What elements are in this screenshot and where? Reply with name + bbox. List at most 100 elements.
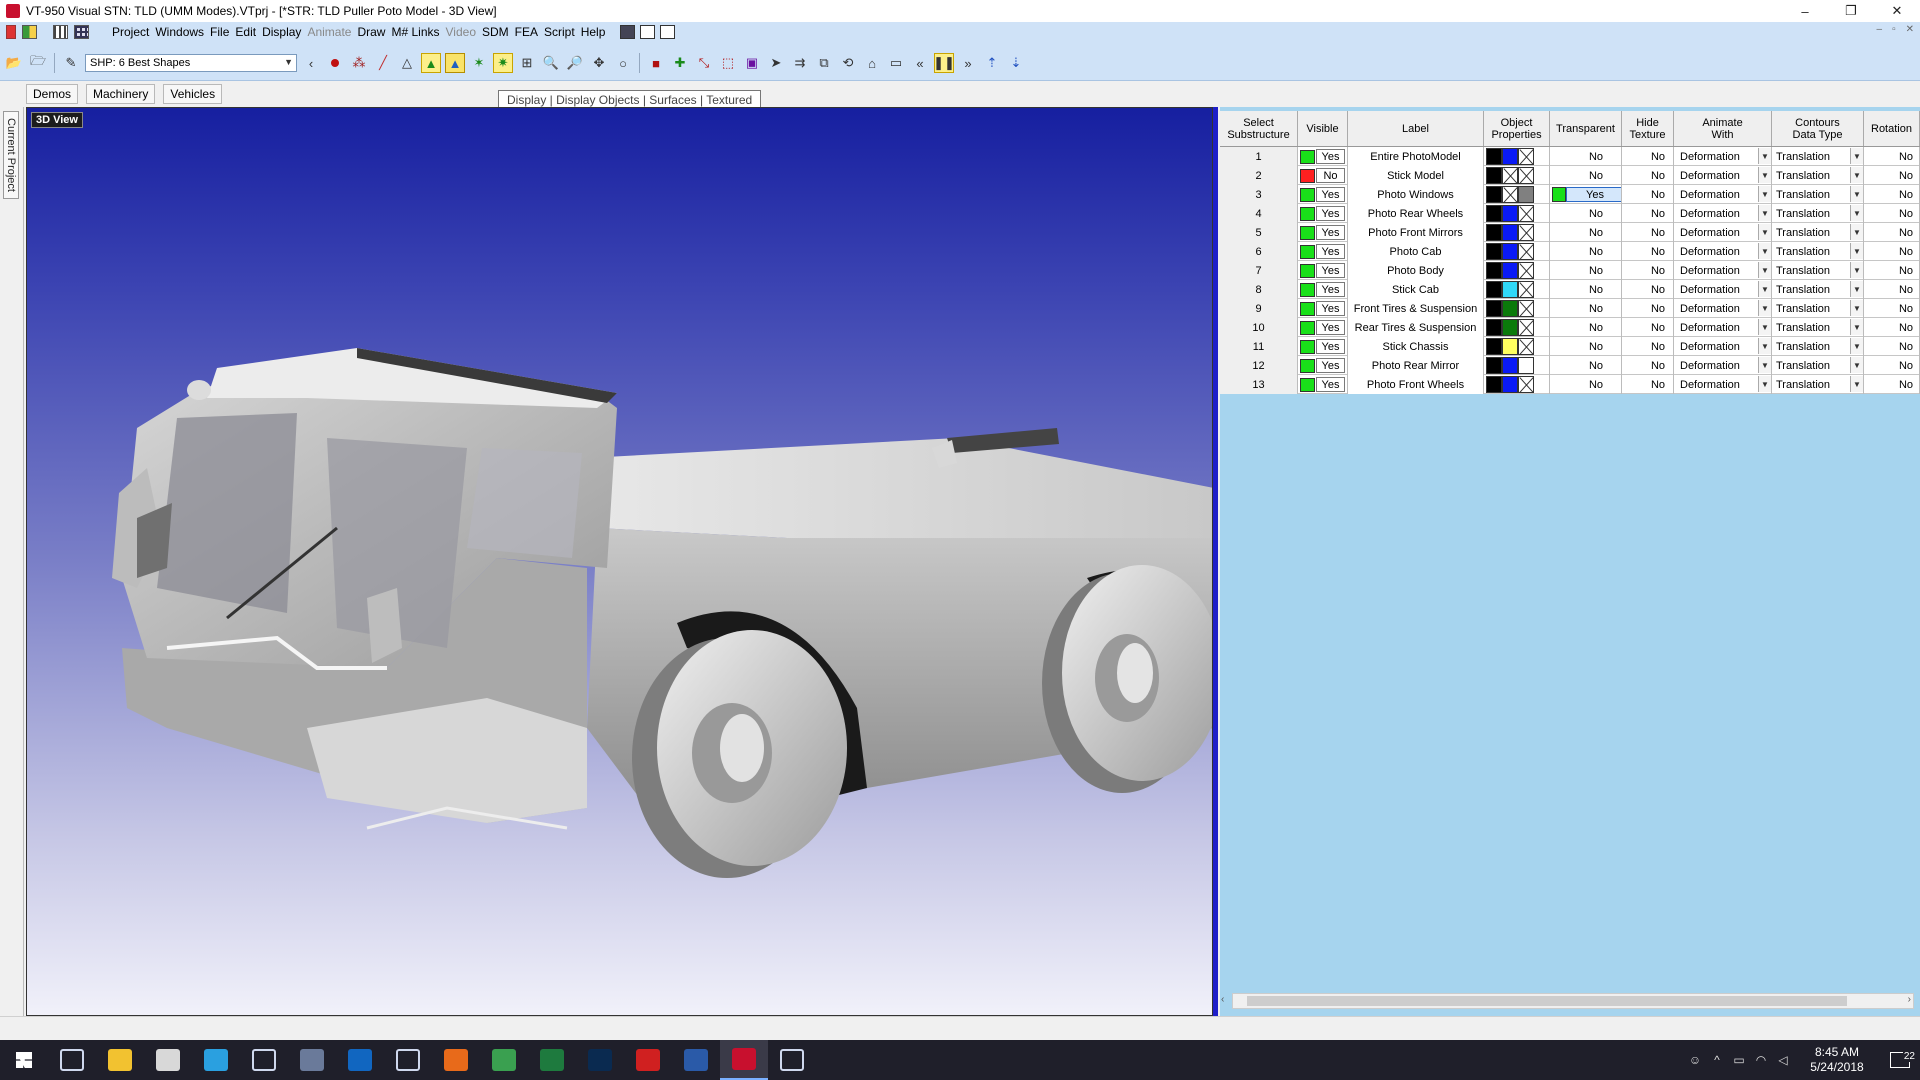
row-number[interactable]: 8	[1220, 280, 1298, 299]
surface-none-swatch[interactable]	[1518, 243, 1534, 260]
point-count-icon[interactable]: ⁂	[349, 53, 369, 73]
download-icon[interactable]: ⇣	[1006, 53, 1026, 73]
transparent-value[interactable]: No	[1589, 265, 1603, 277]
chevron-down-icon[interactable]: ▼	[1850, 224, 1863, 240]
visible-cell[interactable]: Yes	[1298, 261, 1348, 280]
chevron-down-icon[interactable]: ▼	[1758, 338, 1771, 354]
hide-texture-value[interactable]: No	[1622, 356, 1674, 375]
taskbar-app-hp[interactable]	[240, 1040, 288, 1080]
point-color-swatch[interactable]	[1486, 148, 1502, 165]
transparent-cell[interactable]: No	[1550, 242, 1622, 261]
zoom-out-icon[interactable]: 🔎	[565, 53, 585, 73]
menu-animate[interactable]: Animate	[304, 25, 354, 39]
transparent-value[interactable]: No	[1589, 303, 1603, 315]
chevron-down-icon[interactable]: ▼	[1758, 243, 1771, 259]
line-color-swatch[interactable]	[1502, 357, 1518, 374]
contours-data-type-dropdown[interactable]: Translation ▼	[1772, 166, 1864, 185]
point-color-swatch[interactable]	[1486, 338, 1502, 355]
action-center-button[interactable]: 22	[1880, 1051, 1920, 1068]
visible-cell[interactable]: Yes	[1298, 299, 1348, 318]
substructure-label[interactable]: Entire PhotoModel	[1348, 147, 1484, 166]
row-number[interactable]: 6	[1220, 242, 1298, 261]
chevron-down-icon[interactable]: ▼	[1850, 205, 1863, 221]
transparent-cell[interactable]: No	[1550, 337, 1622, 356]
taskbar-app-word[interactable]	[672, 1040, 720, 1080]
header-rotation[interactable]: Rotation	[1864, 111, 1920, 146]
add-green-icon[interactable]: ✚	[670, 53, 690, 73]
rotation-value[interactable]: No	[1864, 299, 1920, 318]
animate-with-dropdown[interactable]: Deformation ▼	[1674, 147, 1772, 166]
contours-data-type-dropdown[interactable]: Translation ▼	[1772, 185, 1864, 204]
visible-value[interactable]: Yes	[1316, 301, 1345, 316]
header-animate-with[interactable]: Animate With	[1674, 111, 1772, 146]
transparent-cell[interactable]: No	[1550, 318, 1622, 337]
table-row[interactable]: 10 Yes Rear Tires & Suspension No No Def…	[1220, 318, 1920, 337]
chevron-down-icon[interactable]: ▼	[1758, 319, 1771, 335]
table-row[interactable]: 13 Yes Photo Front Wheels No No Deformat…	[1220, 375, 1920, 394]
restore-button[interactable]: ❐	[1828, 0, 1874, 22]
row-number[interactable]: 10	[1220, 318, 1298, 337]
hide-texture-value[interactable]: No	[1622, 318, 1674, 337]
table-row[interactable]: 3 Yes Photo Windows Yes No Deformation ▼…	[1220, 185, 1920, 204]
surface-none-swatch[interactable]	[1518, 281, 1534, 298]
textured-surface-icon[interactable]: ▲	[445, 53, 465, 73]
visible-value[interactable]: Yes	[1316, 206, 1345, 221]
substructure-label[interactable]: Photo Front Wheels	[1348, 375, 1484, 394]
surface-none-swatch[interactable]	[1518, 338, 1534, 355]
rotation-value[interactable]: No	[1864, 204, 1920, 223]
taskbar-app-file-explorer[interactable]	[96, 1040, 144, 1080]
grid-layout-icon[interactable]: ⊞	[517, 53, 537, 73]
shape-selector-dropdown[interactable]: SHP: 6 Best Shapes ▼	[85, 54, 297, 72]
transparent-value[interactable]: No	[1589, 341, 1603, 353]
table-row[interactable]: 7 Yes Photo Body No No Deformation ▼ Tra…	[1220, 261, 1920, 280]
surface-color-swatch[interactable]	[1518, 357, 1534, 374]
pan-move-icon[interactable]: ✥	[589, 53, 609, 73]
taskbar-app-outlook[interactable]	[336, 1040, 384, 1080]
close-button[interactable]: ✕	[1874, 0, 1920, 22]
contours-data-type-dropdown[interactable]: Translation ▼	[1772, 280, 1864, 299]
row-number[interactable]: 13	[1220, 375, 1298, 394]
visible-cell[interactable]: Yes	[1298, 223, 1348, 242]
animate-with-dropdown[interactable]: Deformation ▼	[1674, 356, 1772, 375]
taskbar-app-acrobat[interactable]	[624, 1040, 672, 1080]
current-project-tab[interactable]: Current Project	[3, 111, 19, 199]
contours-data-type-dropdown[interactable]: Translation ▼	[1772, 375, 1864, 394]
animate-with-dropdown[interactable]: Deformation ▼	[1674, 166, 1772, 185]
visible-cell[interactable]: Yes	[1298, 337, 1348, 356]
chevron-down-icon[interactable]: ▼	[1758, 357, 1771, 373]
visible-value[interactable]: Yes	[1316, 339, 1345, 354]
open-project-icon[interactable]: 🗁	[28, 53, 48, 73]
hide-texture-value[interactable]: No	[1622, 375, 1674, 394]
hide-texture-value[interactable]: No	[1622, 223, 1674, 242]
visible-value[interactable]: Yes	[1316, 225, 1345, 240]
table-row[interactable]: 6 Yes Photo Cab No No Deformation ▼ Tran…	[1220, 242, 1920, 261]
contours-data-type-dropdown[interactable]: Translation ▼	[1772, 147, 1864, 166]
hide-texture-value[interactable]: No	[1622, 261, 1674, 280]
visible-cell[interactable]: Yes	[1298, 356, 1348, 375]
surface-none-swatch[interactable]	[1518, 319, 1534, 336]
rotation-value[interactable]: No	[1864, 223, 1920, 242]
transparent-cell[interactable]: No	[1550, 147, 1622, 166]
pause-icon[interactable]: ❚❚	[933, 53, 955, 73]
row-number[interactable]: 7	[1220, 261, 1298, 280]
surface-none-swatch[interactable]	[1518, 224, 1534, 241]
substructure-label[interactable]: Stick Cab	[1348, 280, 1484, 299]
transparent-value[interactable]: No	[1589, 170, 1603, 182]
taskbar-app-app-blue[interactable]	[192, 1040, 240, 1080]
chevron-down-icon[interactable]: ▼	[1758, 186, 1771, 202]
visible-value[interactable]: Yes	[1316, 263, 1345, 278]
visible-value[interactable]: Yes	[1316, 358, 1345, 373]
scrollbar-thumb[interactable]	[1247, 996, 1847, 1006]
scroll-right-icon[interactable]: ›	[1908, 994, 1911, 1005]
machine-icon[interactable]: ⌂	[862, 53, 882, 73]
menu-sdm[interactable]: SDM	[479, 25, 512, 39]
link-icon[interactable]: ⤡	[694, 53, 714, 73]
table-row[interactable]: 2 No Stick Model No No Deformation ▼ Tra…	[1220, 166, 1920, 185]
mdi-close-button[interactable]: ✕	[1906, 24, 1914, 35]
draw-pen-icon[interactable]: ✎	[61, 53, 81, 73]
chevron-down-icon[interactable]: ▼	[1758, 167, 1771, 183]
animate-with-dropdown[interactable]: Deformation ▼	[1674, 261, 1772, 280]
chevron-down-icon[interactable]: ▼	[1758, 262, 1771, 278]
mdi-app-icon[interactable]	[6, 24, 16, 39]
rewind-icon[interactable]: «	[910, 53, 930, 73]
